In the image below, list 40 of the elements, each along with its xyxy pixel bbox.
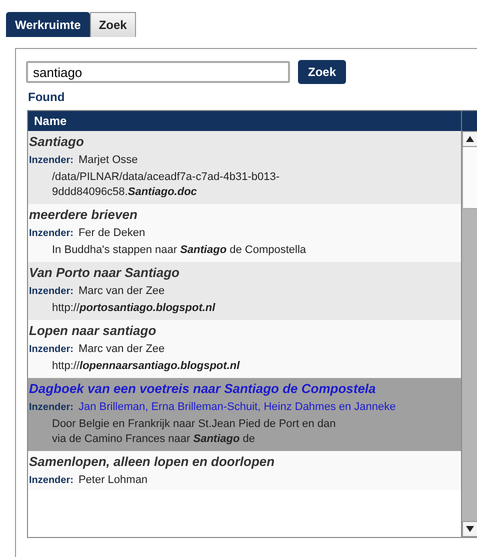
scroll-thumb[interactable]	[462, 147, 477, 209]
result-description: In Buddha's stappen naar Santiago de Compostella	[52, 243, 308, 258]
submitter-label: Inzender:	[29, 286, 74, 297]
submitter-label: Inzender:	[29, 155, 74, 166]
submitter-name: Peter Lohman	[78, 474, 148, 486]
tab[interactable]: Werkruimte	[6, 12, 90, 37]
result-row[interactable]: Santiago Inzender: Marjet Osse /data/PILNAR/data/aceadf7a-c7ad-4b31-b013-9ddd84096c58.Santiago.doc	[28, 131, 461, 204]
tab[interactable]: Zoek	[90, 12, 136, 37]
result-title: Dagboek van een voetreis naar Santiago de Compostela	[29, 381, 376, 396]
result-row[interactable]: Samenlopen, alleen lopen en doorlopen Inzender: Peter Lohman	[28, 451, 461, 490]
submitter-name: Fer de Deken	[78, 227, 146, 239]
submitter-name: Jan Brilleman, Erna Brilleman-Schuit, Heinz Dahmes en Janneke	[78, 401, 396, 413]
submitter-name: Marc van der Zee	[78, 285, 165, 297]
submitter-label: Inzender:	[29, 475, 74, 486]
scroll-up-icon[interactable]	[466, 136, 474, 142]
result-title: Samenlopen, alleen lopen en doorlopen	[29, 454, 275, 469]
result-row[interactable]	[28, 378, 461, 451]
submitter-label: Inzender:	[29, 344, 74, 355]
result-description: http://lopennaarsantiago.blogspot.nl	[52, 359, 241, 374]
submitter-label: Inzender:	[29, 402, 74, 413]
result-title: Lopen naar santiago	[29, 323, 156, 338]
result-title: Van Porto naar Santiago	[29, 265, 180, 280]
submitter-name: Marjet Osse	[78, 154, 138, 166]
result-row[interactable]: Van Porto naar Santiago Inzender: Marc van der Zee http://portosantiago.blogspot.nl	[28, 262, 461, 320]
result-row[interactable]: Lopen naar santiago Inzender: Marc van der Zee http://lopennaarsantiago.blogspot.nl	[28, 320, 461, 378]
result-description: Door Belgie en Frankrijk naar St.Jean Pied de Port en dan via de Camino Frances naar Santiago de	[52, 417, 337, 447]
result-title: meerdere brieven	[29, 207, 138, 222]
scroll-down-icon[interactable]	[466, 526, 474, 532]
result-row[interactable]: meerdere brieven Inzender: Fer de Deken In Buddha's stappen naar Santiago de Compostella	[28, 204, 461, 262]
search-button[interactable]: Zoek	[298, 60, 346, 84]
result-description: http://portosantiago.blogspot.nl	[52, 301, 216, 316]
submitter-name: Marc van der Zee	[78, 343, 165, 355]
scrollbar[interactable]	[461, 131, 477, 537]
found-label: Found	[28, 90, 65, 104]
result-title: Santiago	[29, 134, 84, 149]
submitter-label: Inzender:	[29, 228, 74, 239]
column-header[interactable]: Name	[28, 111, 461, 131]
header-corner	[461, 111, 477, 131]
result-description: /data/PILNAR/data/aceadf7a-c7ad-4b31-b013-9ddd84096c58.Santiago.doc	[52, 170, 280, 200]
search-field[interactable]: santiago	[26, 61, 290, 83]
